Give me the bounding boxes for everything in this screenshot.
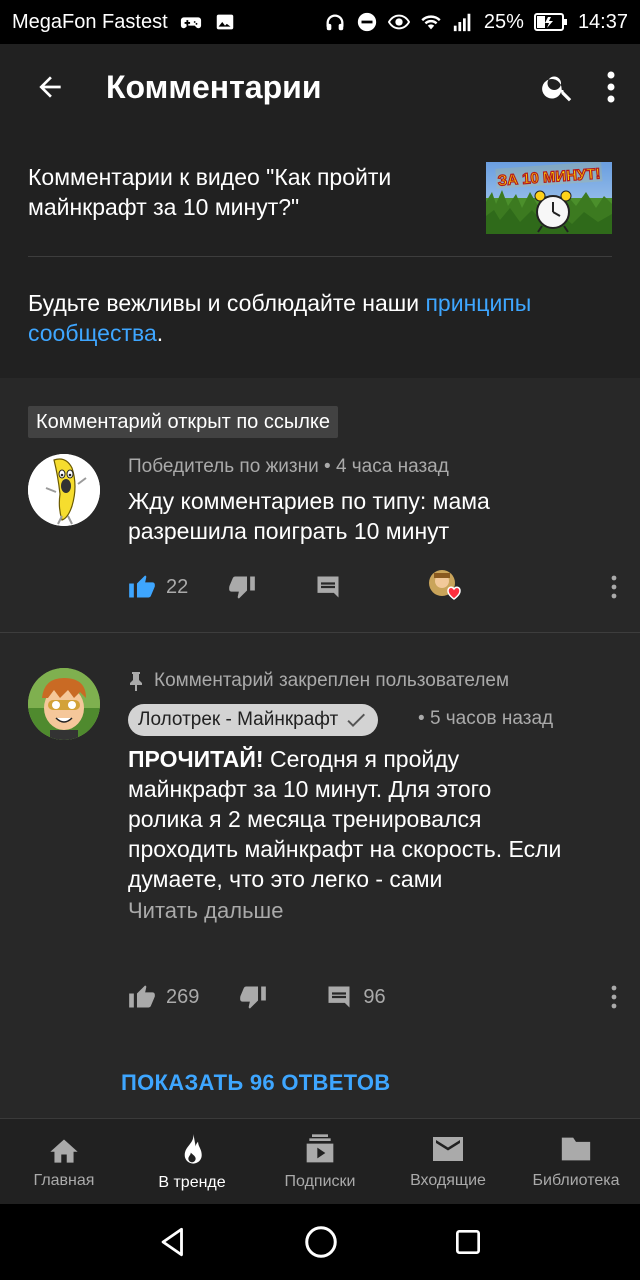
home-circle-icon[interactable] (303, 1224, 339, 1260)
like-button[interactable]: 269 (128, 983, 199, 1011)
signal-icon (453, 13, 471, 32)
pinned-text: Комментарий закреплен пользователем (154, 670, 510, 691)
banana-avatar-image (28, 454, 100, 526)
gallery-icon (216, 14, 233, 30)
avatar[interactable] (28, 668, 100, 740)
pinned-label: Комментарий закреплен пользователем (128, 670, 509, 692)
nav-subscriptions-label: Подписки (284, 1172, 356, 1190)
comment-actions: 269 96 (128, 982, 618, 1012)
nav-trending-label: В тренде (158, 1173, 226, 1191)
arrow-back-icon (39, 76, 61, 98)
lolotrek-avatar-image (28, 668, 100, 740)
nav-trending[interactable]: В тренде (128, 1119, 256, 1204)
reply-button[interactable]: 96 (325, 983, 386, 1011)
back-triangle-icon[interactable] (156, 1225, 190, 1259)
battery-icon (533, 13, 567, 31)
comment-author[interactable]: Победитель по жизни (128, 456, 319, 477)
comment-text: ПРОЧИТАЙ! Сегодня я пройду майнкрафт за … (128, 744, 568, 894)
do-not-disturb-icon (357, 12, 377, 32)
battery-percent: 25% (483, 10, 524, 33)
nav-home[interactable]: Главная (0, 1119, 128, 1204)
wifi-icon (421, 15, 441, 30)
verified-check-icon (347, 713, 366, 727)
video-title: Комментарии к видео "Как пройти майнкраф… (28, 164, 392, 220)
comment-text: Жду комментариев по типу: мама разрешила… (128, 488, 490, 544)
comment-meta: Победитель по жизни • 4 часа назад (128, 456, 449, 477)
like-button[interactable]: 22 (128, 573, 188, 601)
page-title: Комментарии (106, 68, 322, 105)
nav-library-label: Библиотека (532, 1171, 620, 1189)
thumb-down-icon (240, 986, 267, 1009)
comment-bold-text: ПРОЧИТАЙ! (128, 746, 264, 772)
thumbnail-image: ЗА 10 МИНУТ! (486, 162, 612, 234)
nav-library[interactable]: Библиотека (512, 1119, 640, 1204)
pin-icon (130, 672, 142, 691)
nav-subscriptions[interactable]: Подписки (256, 1119, 384, 1204)
status-bar: MegaFon Fastest 25% 14:37 (0, 0, 640, 44)
more-vert-icon[interactable] (606, 70, 616, 104)
carrier-label: MegaFon Fastest (12, 10, 168, 33)
dislike-button[interactable] (239, 983, 267, 1011)
divider (0, 632, 640, 633)
comment-actions: 22 (128, 569, 618, 605)
creator-heart-badge (428, 569, 468, 605)
reply-count: 96 (363, 985, 386, 1008)
video-thumbnail[interactable]: ЗА 10 МИНУТ! (486, 162, 612, 234)
comment-icon (317, 576, 339, 598)
divider (28, 256, 612, 257)
comments-header: Комментарии к видео "Как пройти майнкраф… (0, 130, 640, 378)
comment-icon (328, 986, 350, 1008)
mail-icon (433, 1136, 463, 1161)
folder-icon (561, 1137, 591, 1160)
comment-time-wrapper: • 5 часов назад (418, 708, 554, 729)
search-icon[interactable] (540, 69, 576, 105)
eye-icon (387, 14, 410, 30)
comment-menu-icon[interactable] (610, 575, 618, 599)
like-count: 269 (166, 985, 200, 1008)
policy-text: Будьте вежливы и соблюдайте наши (28, 290, 426, 316)
thumb-up-filled-icon (129, 575, 155, 598)
comment-time: 4 часа назад (335, 456, 449, 477)
nav-home-label: Главная (33, 1171, 95, 1189)
home-icon (50, 1138, 78, 1163)
policy-end: . (156, 320, 164, 346)
show-replies-button[interactable]: ПОКАЗАТЬ 96 ОТВЕТОВ (121, 1070, 390, 1096)
game-controller-icon (180, 17, 201, 29)
comment-menu-icon[interactable] (610, 985, 618, 1009)
back-button[interactable] (20, 57, 80, 117)
recents-square-icon[interactable] (452, 1226, 484, 1258)
thumb-up-icon (129, 985, 155, 1008)
read-more-link[interactable]: Читать дальше (128, 898, 283, 924)
comment-author: Лолотрек - Майнкрафт (138, 709, 339, 730)
comment-time: 5 часов назад (429, 708, 554, 729)
dislike-button[interactable] (228, 573, 256, 601)
comment-item: Победитель по жизни • 4 часа назад Жду к… (0, 446, 640, 632)
bottom-navigation: Главная В тренде Подписки Входящие Библи… (0, 1118, 640, 1204)
system-navigation-bar (0, 1204, 640, 1280)
thumb-down-icon (229, 576, 256, 599)
nav-inbox-label: Входящие (410, 1171, 486, 1189)
fire-icon (184, 1132, 202, 1164)
community-guidelines-notice: Будьте вежливы и соблюдайте наши принцип… (28, 288, 612, 348)
creator-heart-icon (429, 570, 462, 600)
linked-comment-badge: Комментарий открыт по ссылке (28, 406, 338, 438)
app-bar: Комментарии (0, 44, 640, 130)
avatar[interactable] (28, 454, 100, 526)
reply-button[interactable] (314, 573, 342, 601)
like-count: 22 (166, 575, 189, 598)
subscriptions-icon (306, 1133, 334, 1162)
video-info[interactable]: Комментарии к видео "Как пройти майнкраф… (28, 162, 612, 262)
headphones-icon (326, 14, 344, 31)
clock: 14:37 (577, 10, 628, 33)
nav-inbox[interactable]: Входящие (384, 1119, 512, 1204)
channel-owner-chip[interactable]: Лолотрек - Майнкрафт (128, 704, 379, 736)
